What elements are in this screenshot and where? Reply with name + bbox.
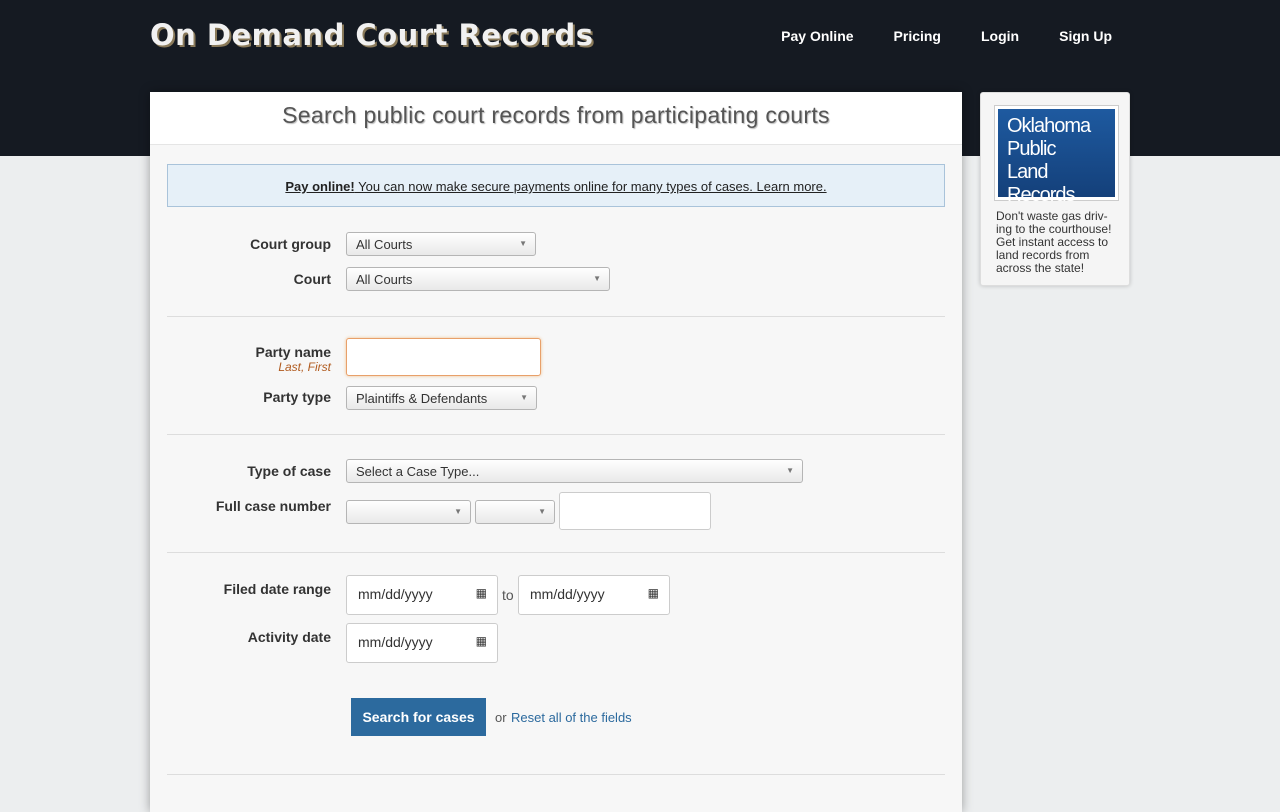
case-number-input[interactable] bbox=[559, 492, 711, 530]
sidebar-ad: Oklahoma Public Land Records Don't waste… bbox=[980, 92, 1130, 286]
ad-line: Oklahoma bbox=[1007, 115, 1091, 137]
to-label: to bbox=[502, 587, 514, 603]
filed-date-from-input[interactable]: mm/dd/yyyy ▦ bbox=[346, 575, 498, 615]
filed-date-label: Filed date range bbox=[223, 581, 331, 597]
divider bbox=[167, 316, 945, 317]
activity-date-input[interactable]: mm/dd/yyyy ▦ bbox=[346, 623, 498, 663]
party-type-label: Party type bbox=[263, 389, 331, 405]
party-name-label-text: Party name bbox=[255, 344, 331, 360]
reset-link[interactable]: Reset all of the fields bbox=[511, 710, 632, 725]
ad-logo: Oklahoma Public Land Records bbox=[998, 109, 1115, 206]
calendar-icon[interactable]: ▦ bbox=[648, 586, 659, 600]
search-panel: Search public court records from partici… bbox=[150, 92, 962, 812]
divider bbox=[167, 434, 945, 435]
search-button[interactable]: Search for cases bbox=[351, 698, 486, 736]
party-name-hint: Last, First bbox=[278, 360, 331, 374]
divider bbox=[167, 552, 945, 553]
case-type-label: Type of case bbox=[247, 463, 331, 479]
calendar-icon[interactable]: ▦ bbox=[476, 586, 487, 600]
nav-pricing[interactable]: Pricing bbox=[894, 28, 941, 44]
court-group-select[interactable]: All Courts bbox=[346, 232, 536, 256]
calendar-icon[interactable]: ▦ bbox=[476, 634, 487, 648]
divider bbox=[167, 774, 945, 775]
case-number-select-1[interactable] bbox=[346, 500, 471, 524]
case-number-select-2[interactable] bbox=[475, 500, 555, 524]
case-number-label: Full case number bbox=[215, 498, 331, 514]
party-name-label: Party name Last, First bbox=[150, 344, 331, 374]
date-placeholder: mm/dd/yyyy bbox=[530, 586, 605, 602]
nav-login[interactable]: Login bbox=[981, 28, 1019, 44]
date-placeholder: mm/dd/yyyy bbox=[358, 634, 433, 650]
filed-date-to-input[interactable]: mm/dd/yyyy ▦ bbox=[518, 575, 670, 615]
court-group-label: Court group bbox=[250, 236, 331, 252]
site-logo[interactable]: On Demand Court Records bbox=[150, 18, 593, 52]
or-text: or bbox=[495, 710, 507, 725]
date-placeholder: mm/dd/yyyy bbox=[358, 586, 433, 602]
ad-line: Public bbox=[1007, 138, 1056, 160]
pay-online-notice: Pay online! You can now make secure paym… bbox=[167, 164, 945, 207]
court-select[interactable]: All Courts bbox=[346, 267, 610, 291]
ad-line: Land Records bbox=[1007, 161, 1075, 206]
party-type-select[interactable]: Plaintiffs & Defendants bbox=[346, 386, 537, 410]
party-name-input[interactable] bbox=[346, 338, 541, 376]
land-records-ad-banner[interactable]: Oklahoma Public Land Records bbox=[994, 105, 1119, 206]
top-nav: Pay Online Pricing Login Sign Up bbox=[781, 28, 1112, 44]
notice-text: You can now make secure payments online … bbox=[354, 179, 827, 194]
activity-date-label: Activity date bbox=[247, 629, 331, 645]
court-label: Court bbox=[293, 271, 331, 287]
ad-text: Don't waste gas driv-ing to the courthou… bbox=[996, 209, 1112, 275]
notice-bold: Pay online! bbox=[285, 179, 355, 194]
nav-pay-online[interactable]: Pay Online bbox=[781, 28, 853, 44]
nav-sign-up[interactable]: Sign Up bbox=[1059, 28, 1112, 44]
page-title: Search public court records from partici… bbox=[150, 92, 962, 145]
case-type-select[interactable]: Select a Case Type... bbox=[346, 459, 803, 483]
pay-online-link[interactable]: Pay online! You can now make secure paym… bbox=[285, 179, 826, 194]
